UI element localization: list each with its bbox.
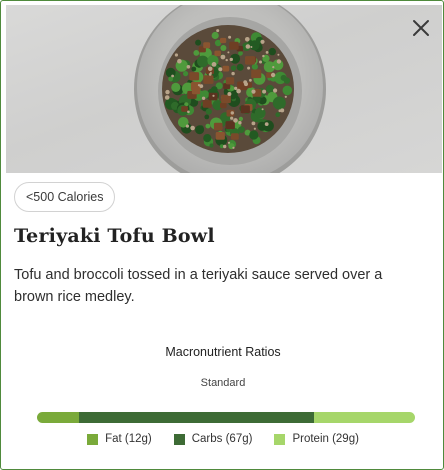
meal-photo <box>6 5 442 173</box>
calories-badge: <500 Calories <box>14 182 116 212</box>
legend-swatch <box>173 433 185 445</box>
macro-subtitle: Standard <box>200 377 246 389</box>
legend-label: Carbs (67g) <box>191 433 253 445</box>
macro-segment-protein <box>313 412 415 423</box>
legend-label: Protein (29g) <box>292 433 359 445</box>
close-button[interactable] <box>408 15 434 41</box>
macro-ratio-bar <box>37 412 415 423</box>
legend-item-protein: Protein (29g) <box>274 433 359 445</box>
close-icon <box>413 20 429 36</box>
meal-description: Tofu and broccoli tossed in a teriyaki s… <box>14 267 383 305</box>
legend-item-fat: Fat (12g) <box>87 433 152 445</box>
macro-segment-fat <box>37 412 79 423</box>
legend-swatch <box>274 433 286 445</box>
macro-title: Macronutrient Ratios <box>165 345 281 359</box>
legend-item-carbs: Carbs (67g) <box>173 433 253 445</box>
legend-label: Fat (12g) <box>105 433 152 445</box>
macro-segment-carbs <box>79 412 314 423</box>
meal-title: Teriyaki Tofu Bowl <box>14 225 215 247</box>
macro-legend: Fat (12g) Carbs (67g) Protein (29g) <box>1 433 443 445</box>
legend-swatch <box>87 433 99 445</box>
meal-detail-card: <500 Calories Teriyaki Tofu Bowl Tofu an… <box>0 0 444 470</box>
